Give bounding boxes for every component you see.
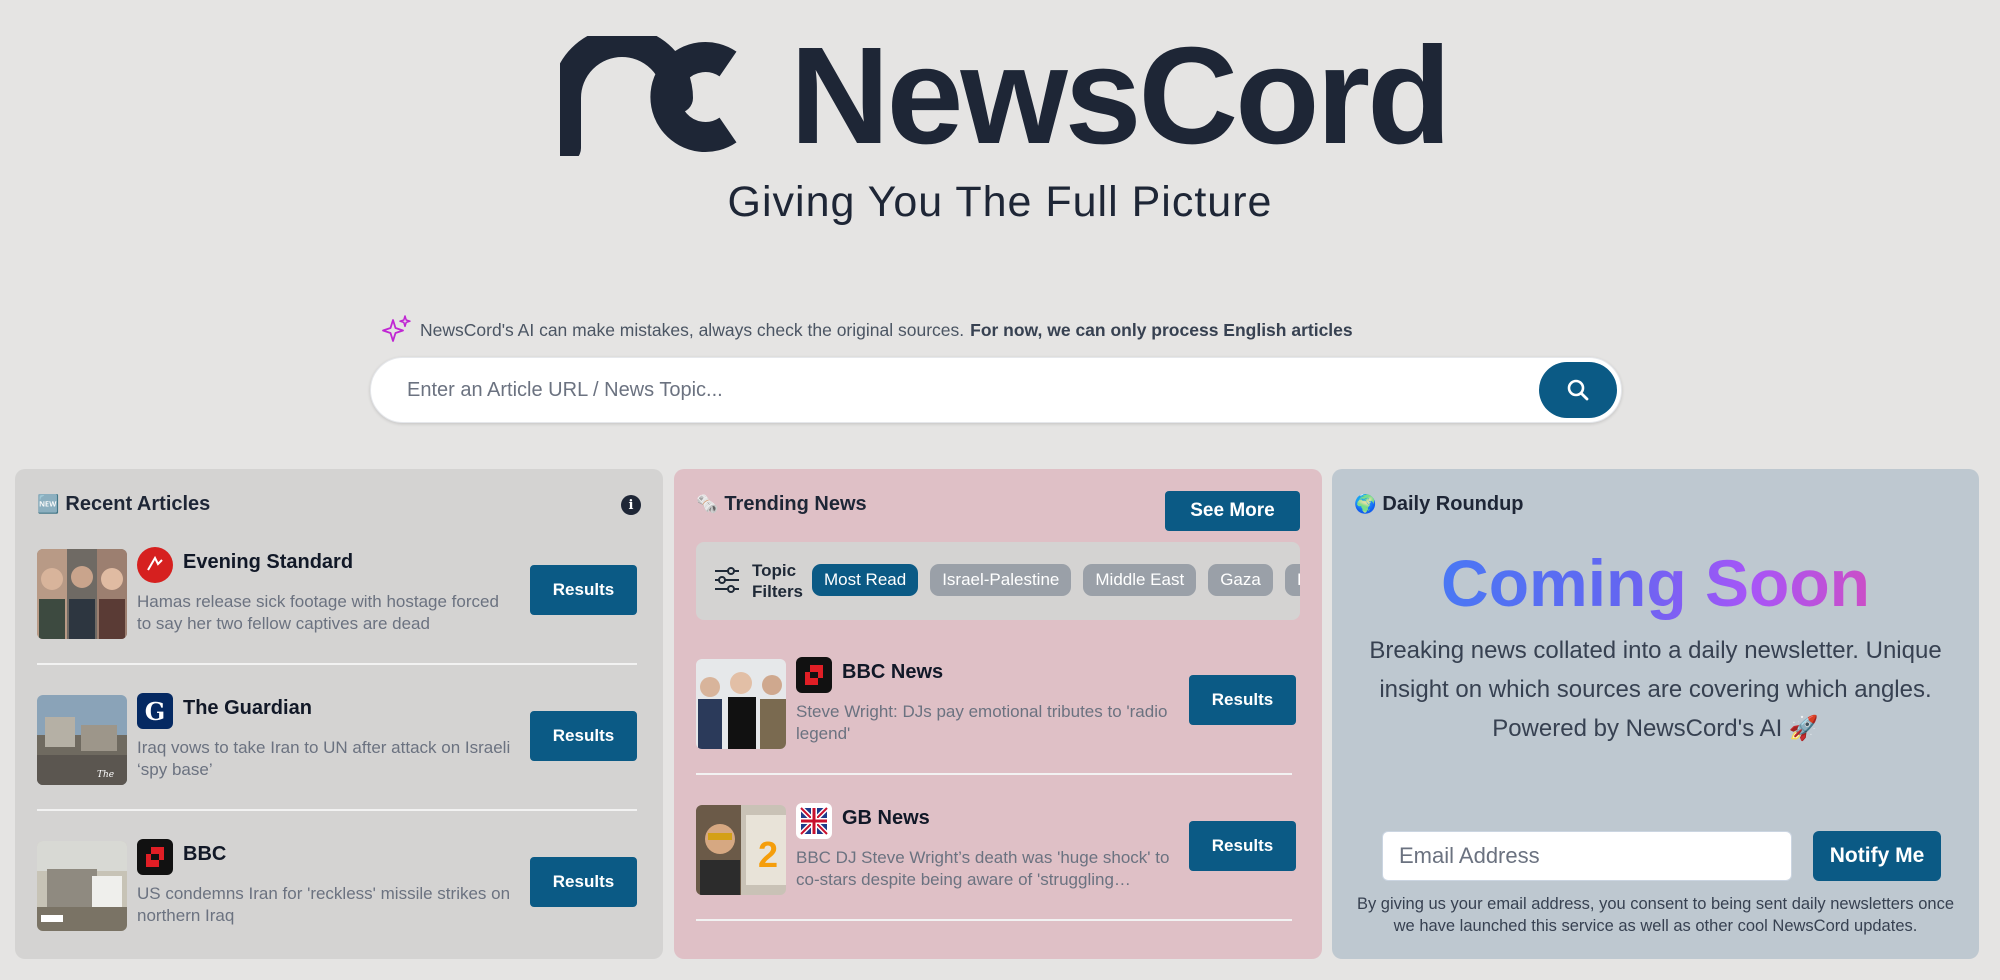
source-name: GB News [842,807,930,829]
divider [37,809,637,811]
chip-most-read[interactable]: Most Read [812,564,919,596]
article-headline: Steve Wright: DJs pay emotional tributes… [796,702,1168,743]
article-headline: BBC DJ Steve Wright’s death was 'huge sh… [796,848,1170,889]
article-headline: Iraq vows to take Iran to UN after attac… [137,738,511,779]
see-more-button[interactable]: See More [1165,491,1300,531]
source-name: BBC [183,843,227,865]
article-row[interactable]: The G The Guardian Iraq vows to take Ira… [37,683,637,793]
article-row[interactable]: BBC US condemns Iran for 'reckless' miss… [37,829,637,939]
results-button[interactable]: Results [1189,675,1296,725]
results-button[interactable]: Results [1189,821,1296,871]
daily-description: Breaking news collated into a daily news… [1369,637,1942,742]
gb-news-logo-icon [796,803,832,839]
topic-filters: Topic Filters Most Read Israel-Palestine… [696,542,1300,620]
daily-roundup-title: 🌍 Daily Roundup [1354,493,1524,516]
divider [696,919,1292,921]
filter-label-line1: Topic [752,561,797,580]
brand-header: NewsCord [560,27,1451,165]
divider [696,773,1292,775]
disclaimer-text: NewsCord's AI can make mistakes, always … [420,319,965,340]
svg-text:The: The [97,770,114,780]
bbc-news-logo-icon [796,657,832,693]
article-thumbnail [37,549,127,639]
article-thumbnail: 2 [696,805,786,895]
daily-roundup-panel: 🌍 Daily Roundup Coming Soon Breaking new… [1332,469,1979,959]
newscord-logo-icon [560,36,737,156]
article-headline: Hamas release sick footage with hostage … [137,592,499,633]
email-field[interactable] [1382,831,1792,881]
search-icon [1567,379,1589,401]
sliders-icon [715,567,739,593]
sparkle-icon [382,315,411,342]
source-name: The Guardian [183,697,312,719]
topic-filters-label: Topic Filters [752,560,803,602]
chip-middle-east[interactable]: Middle East [1083,564,1197,596]
recent-articles-title: 🆕 Recent Articles [37,493,210,516]
chip-iran[interactable]: Iran [1284,564,1300,596]
article-row[interactable]: 2 GB News BBC DJ Steve Wright’s death wa… [696,793,1296,903]
article-row[interactable]: BBC News Steve Wright: DJs pay emotional… [696,647,1296,757]
results-button[interactable]: Results [530,711,637,761]
coming-soon-heading: Coming Soon [1332,545,1979,621]
svg-text:2: 2 [758,834,778,875]
bbc-logo-icon [137,839,173,875]
trending-title-text: Trending News [724,493,867,515]
info-icon[interactable]: i [621,495,641,515]
globe-icon: 🌍 [1354,494,1377,514]
divider [37,663,637,665]
source-name: Evening Standard [183,551,354,573]
brand-name: NewsCord [790,19,1451,173]
trending-news-title: 🗞️ Trending News [696,493,867,516]
article-row[interactable]: Evening Standard Hamas release sick foot… [37,537,637,647]
tagline: Giving You The Full Picture [727,178,1273,226]
article-thumbnail [37,841,127,931]
consent-text: By giving us your email address, you con… [1356,895,1955,935]
guardian-logo-icon: G [137,693,173,729]
article-headline: US condemns Iran for 'reckless' missile … [137,884,511,925]
newspaper-icon: 🗞️ [696,494,719,514]
results-button[interactable]: Results [530,857,637,907]
filter-label-line2: Filters [752,582,804,601]
new-icon: 🆕 [37,494,60,514]
source-name: BBC News [842,661,944,683]
disclaimer-bold: For now, we can only process English art… [970,319,1353,340]
results-button[interactable]: Results [530,565,637,615]
recent-articles-panel: 🆕 Recent Articles i Evening Standard Ham… [15,469,663,959]
daily-title-text: Daily Roundup [1382,493,1524,515]
chip-israel-palestine[interactable]: Israel-Palestine [930,564,1072,596]
search-input[interactable] [407,358,1487,422]
search-button[interactable] [1539,362,1617,418]
search-bar [370,357,1622,423]
recent-title-text: Recent Articles [65,493,211,515]
filter-chips: Most Read Israel-Palestine Middle East G… [812,564,1300,596]
chip-gaza[interactable]: Gaza [1208,564,1273,596]
ai-disclaimer: NewsCord's AI can make mistakes, always … [380,314,1353,346]
notify-me-button[interactable]: Notify Me [1813,831,1941,881]
article-thumbnail: The [37,695,127,785]
evening-standard-logo-icon [137,547,173,583]
trending-news-panel: 🗞️ Trending News See More Topic Filters … [674,469,1322,959]
article-thumbnail [696,659,786,749]
